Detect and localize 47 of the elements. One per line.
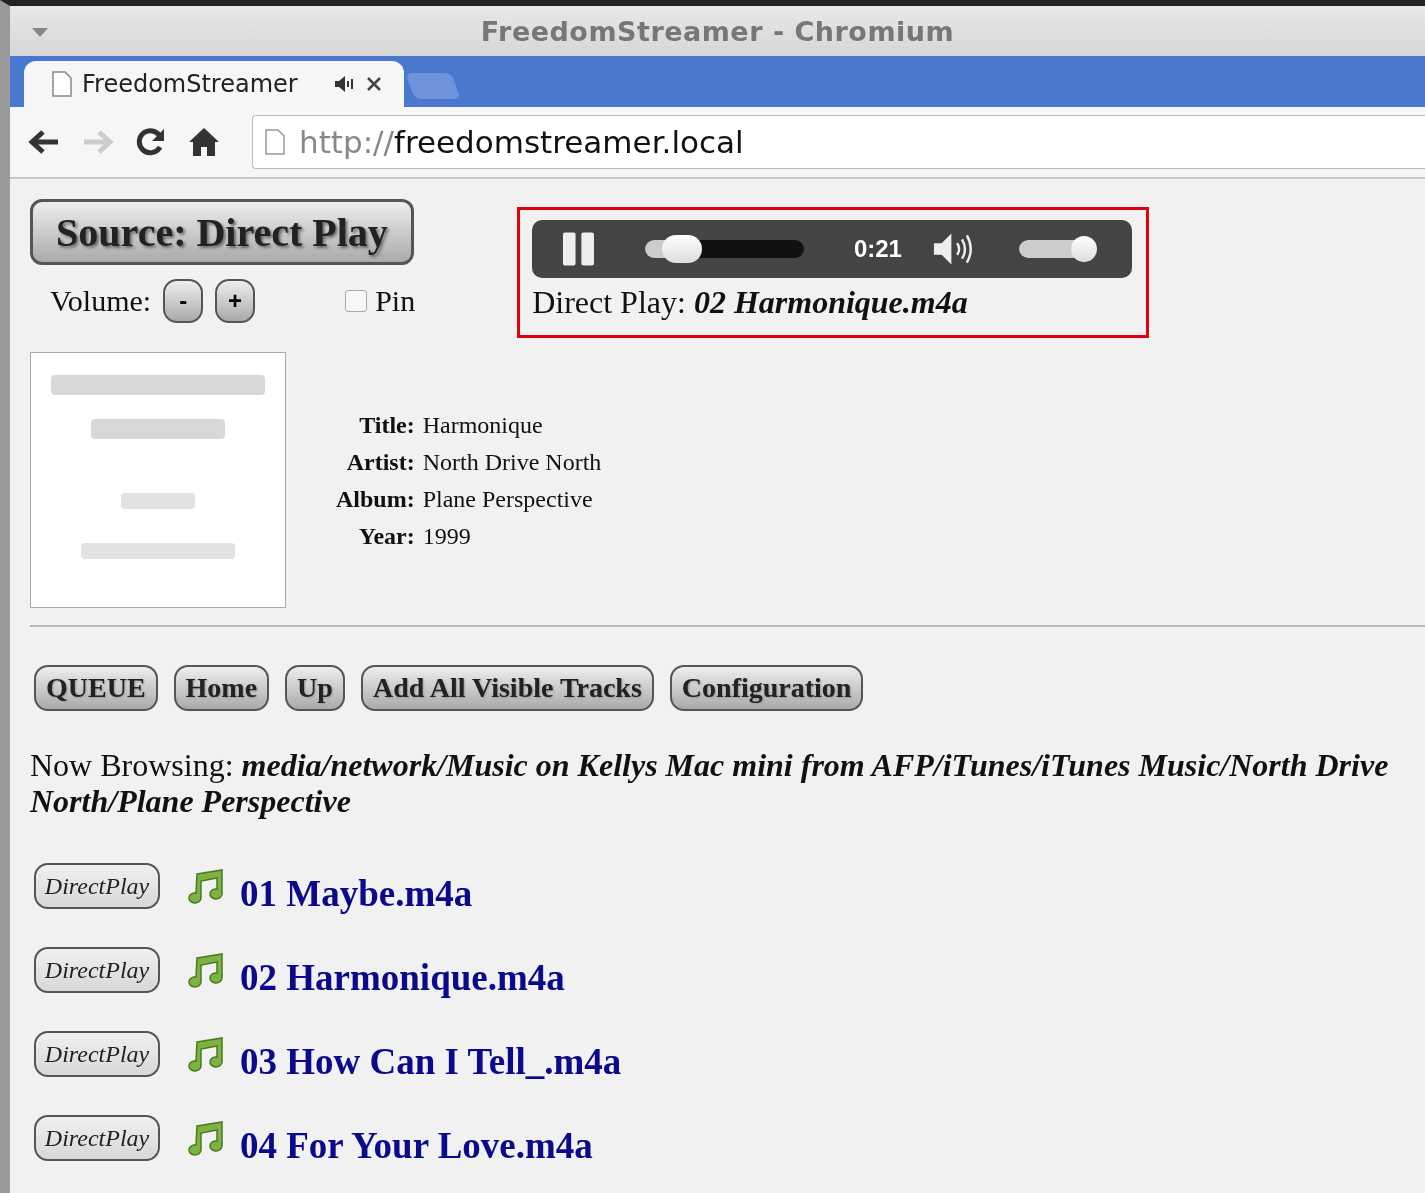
- nav-button[interactable]: Home: [173, 665, 270, 711]
- music-note-icon: [186, 1036, 226, 1072]
- nav-button[interactable]: Up: [285, 665, 345, 711]
- metadata-value: North Drive North: [422, 449, 602, 476]
- metadata-label: Artist:: [345, 449, 415, 476]
- direct-play-button[interactable]: DirectPlay: [34, 1115, 160, 1161]
- pin-checkbox[interactable]: Pin: [345, 284, 416, 318]
- direct-play-button[interactable]: DirectPlay: [34, 947, 160, 993]
- metadata-value: 1999: [422, 523, 472, 550]
- reload-icon[interactable]: [136, 127, 166, 157]
- nav-button[interactable]: Configuration: [669, 665, 864, 711]
- browser-tab[interactable]: FreedomStreamer: [24, 61, 404, 107]
- music-note-icon: [186, 952, 226, 988]
- window-title: FreedomStreamer - Chromium: [480, 15, 955, 47]
- home-icon[interactable]: [188, 127, 220, 157]
- page-icon: [265, 129, 285, 155]
- volume-up-button[interactable]: +: [215, 279, 256, 323]
- tab-title: FreedomStreamer: [82, 70, 299, 98]
- back-icon[interactable]: [28, 129, 60, 155]
- track-link[interactable]: 01 Maybe.m4a: [240, 871, 473, 915]
- metadata-label: Album:: [336, 486, 415, 513]
- metadata-value: Harmonique: [422, 412, 544, 439]
- address-field[interactable]: http://freedomstreamer.local: [252, 115, 1425, 169]
- volume-thumb[interactable]: [1070, 236, 1097, 262]
- metadata-value: Plane Perspective: [422, 486, 594, 513]
- nav-button[interactable]: Add All Visible Tracks: [360, 665, 654, 711]
- direct-play-button[interactable]: DirectPlay: [34, 1031, 160, 1077]
- page-icon: [52, 71, 72, 97]
- source-button[interactable]: Source: Direct Play: [30, 199, 414, 265]
- track-link[interactable]: 02 Harmonique.m4a: [240, 955, 565, 999]
- direct-play-button[interactable]: DirectPlay: [34, 863, 160, 909]
- close-icon[interactable]: [366, 76, 382, 92]
- volume-label: Volume:: [50, 284, 152, 318]
- now-playing-caption: Direct Play: 02 Harmonique.m4a: [532, 284, 969, 321]
- progress-thumb[interactable]: [661, 235, 702, 263]
- metadata-label: Year:: [357, 523, 415, 550]
- music-note-icon: [186, 1120, 226, 1156]
- now-browsing-path: Now Browsing: media/network/Music on Kellys Mac mini from AFP/iTunes/iTunes Music/North Drive North/Plane Perspective: [30, 747, 1390, 819]
- track-link[interactable]: 04 For Your Love.m4a: [240, 1123, 593, 1167]
- volume-down-button[interactable]: -: [163, 279, 204, 323]
- pause-icon[interactable]: [562, 231, 596, 267]
- track-link[interactable]: 03 How Can I Tell_.m4a: [240, 1039, 622, 1083]
- metadata-label: Title:: [358, 412, 415, 439]
- window-menu-icon[interactable]: [32, 28, 48, 37]
- elapsed-time: 0:21: [853, 235, 902, 263]
- music-note-icon: [186, 868, 226, 904]
- nav-button[interactable]: QUEUE: [34, 665, 158, 711]
